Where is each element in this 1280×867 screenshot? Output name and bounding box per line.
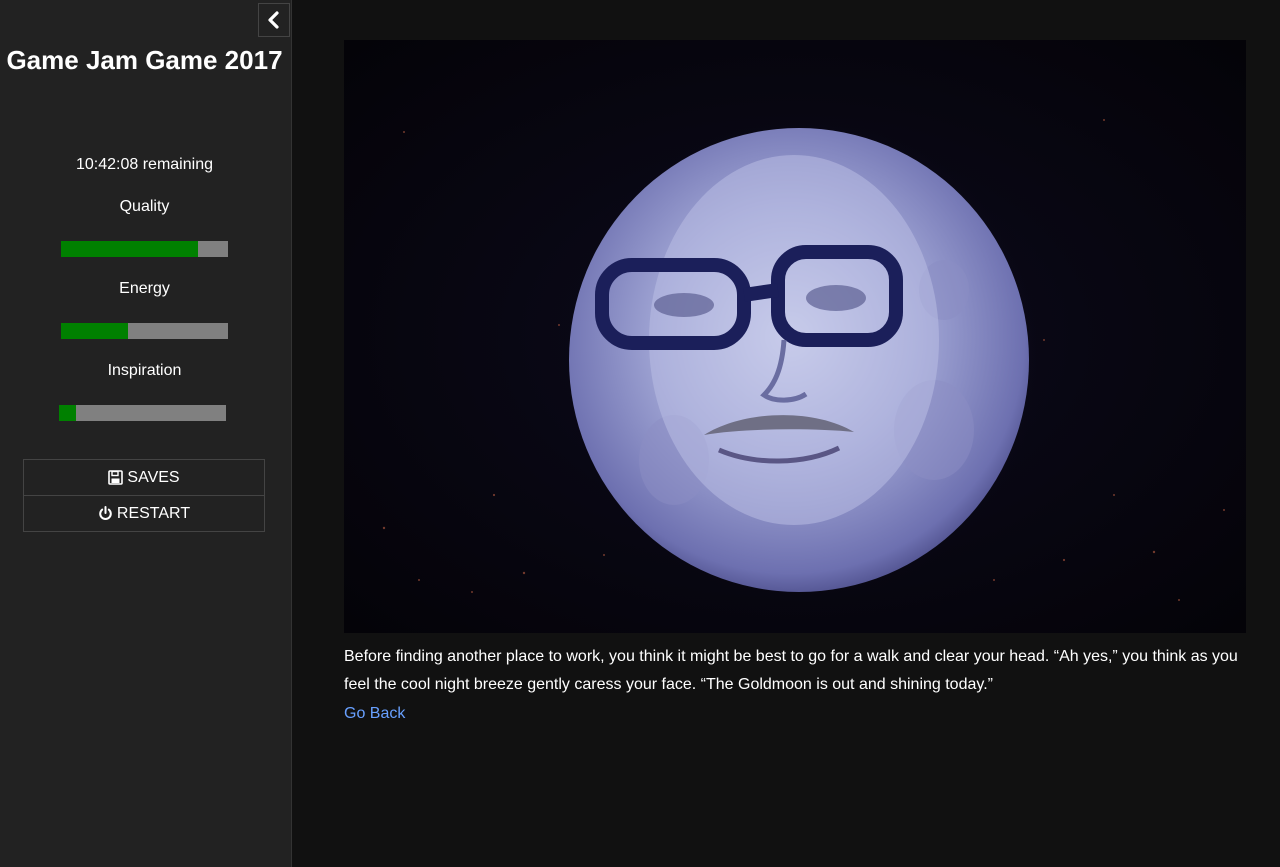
saves-button[interactable]: SAVES — [24, 460, 264, 495]
passage-text: Before finding another place to work, yo… — [344, 648, 1238, 693]
moon-face-illustration — [344, 40, 1246, 633]
story-title: Game Jam Game 2017 — [6, 45, 283, 75]
quality-bar — [61, 241, 228, 257]
inspiration-label: Inspiration — [107, 362, 182, 379]
sidebar-toggle-button[interactable] — [258, 3, 290, 37]
inspiration-bar — [59, 405, 226, 421]
quality-bar-fill — [61, 241, 198, 257]
energy-bar — [61, 323, 228, 339]
floppy-disk-icon — [108, 470, 124, 485]
energy-bar-fill — [61, 323, 128, 339]
story-menu: SAVES RESTART — [23, 459, 265, 532]
energy-label: Energy — [119, 280, 170, 297]
goldmoon-image — [344, 40, 1246, 633]
quality-label: Quality — [119, 198, 170, 215]
sidebar: Game Jam Game 2017 10:42:08 remaining Qu… — [0, 0, 292, 867]
restart-label: RESTART — [116, 504, 191, 522]
restart-button[interactable]: RESTART — [24, 495, 264, 531]
chevron-left-icon — [268, 11, 279, 29]
go-back-link[interactable]: Go Back — [344, 700, 405, 728]
inspiration-bar-fill — [59, 405, 76, 421]
saves-label: SAVES — [127, 468, 180, 486]
time-remaining: 10:42:08 remaining — [76, 156, 213, 173]
power-icon — [99, 506, 112, 521]
